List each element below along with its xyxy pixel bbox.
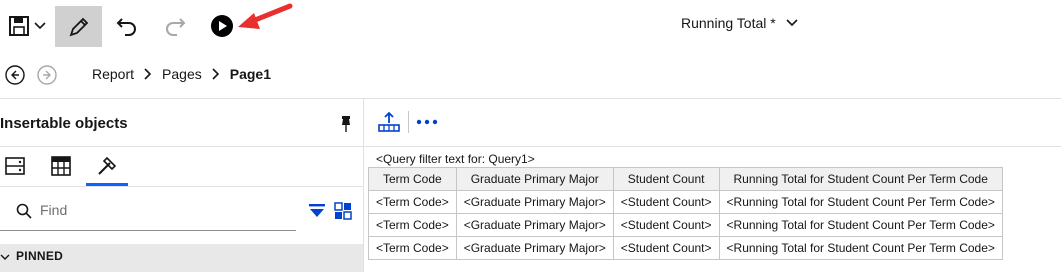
chevron-right-icon (144, 68, 152, 80)
table-cell[interactable]: <Term Code> (368, 213, 457, 237)
more-button[interactable] (414, 112, 440, 132)
divider (0, 186, 363, 187)
pinned-section-header[interactable]: PINNED (0, 244, 363, 272)
edit-mode-button[interactable] (55, 6, 102, 47)
report-list[interactable]: Term Code Graduate Primary Major Student… (368, 167, 1003, 260)
table-cell[interactable]: <Graduate Primary Major> (455, 236, 614, 260)
table-cell[interactable]: <Running Total for Student Count Per Ter… (718, 213, 1003, 237)
upload-icon (378, 111, 400, 132)
breadcrumb-page1: Page1 (229, 66, 271, 82)
hammer-icon (98, 156, 117, 175)
chevron-down-icon (786, 19, 798, 27)
chevron-down-icon (34, 22, 46, 30)
forward-button[interactable] (36, 64, 58, 86)
table-cell[interactable]: <Term Code> (368, 236, 457, 260)
chevron-right-icon (212, 68, 220, 80)
redo-button[interactable] (160, 12, 190, 40)
column-header[interactable]: Running Total for Student Count Per Term… (718, 167, 1003, 191)
table-cell[interactable]: <Running Total for Student Count Per Ter… (718, 236, 1003, 260)
tab-data-source[interactable] (0, 148, 30, 184)
arrow-left-circle-icon (5, 65, 25, 85)
save-icon (9, 16, 29, 36)
toolbox-icon (51, 156, 71, 176)
divider (364, 146, 1061, 147)
pin-button[interactable] (336, 114, 356, 134)
table-cell[interactable]: <Student Count> (612, 236, 720, 260)
breadcrumb: Report Pages Page1 (92, 66, 271, 82)
query-filter-text[interactable]: <Query filter text for: Query1> (376, 152, 535, 166)
undo-button[interactable] (112, 12, 142, 40)
grid-view-icon (334, 202, 352, 220)
undo-icon (116, 18, 136, 36)
column-header[interactable]: Student Count (612, 167, 720, 191)
save-menu-button[interactable] (33, 16, 47, 36)
view-toggle-button[interactable] (332, 200, 354, 222)
table-row: <Term Code> <Graduate Primary Major> <St… (368, 213, 1003, 237)
table-cell[interactable]: <Running Total for Student Count Per Ter… (718, 190, 1003, 214)
table-cell[interactable]: <Graduate Primary Major> (455, 213, 614, 237)
more-icon (416, 119, 438, 125)
table-cell[interactable]: <Graduate Primary Major> (455, 190, 614, 214)
tab-toolbox[interactable] (46, 148, 76, 184)
panel-title: Insertable objects (0, 115, 128, 132)
column-header[interactable]: Graduate Primary Major (455, 167, 614, 191)
table-cell[interactable]: <Student Count> (612, 190, 720, 214)
filter-button[interactable] (306, 200, 328, 222)
panel-divider (363, 98, 364, 272)
chevron-down-icon (0, 254, 10, 260)
play-icon (211, 15, 233, 37)
pinned-label: PINNED (16, 249, 64, 263)
column-header[interactable]: Term Code (368, 167, 457, 191)
save-button[interactable] (4, 12, 34, 40)
data-source-icon (5, 157, 25, 175)
filter-icon (309, 204, 325, 217)
tab-tools[interactable] (86, 148, 128, 184)
document-title[interactable]: Running Total * (681, 15, 798, 31)
redo-icon (166, 18, 186, 36)
search-placeholder: Find (40, 202, 68, 218)
arrow-right-circle-icon (37, 65, 57, 85)
table-row: <Term Code> <Graduate Primary Major> <St… (368, 236, 1003, 260)
divider (0, 146, 363, 147)
pin-icon (342, 116, 350, 132)
divider (0, 98, 1061, 99)
toolbar-separator (408, 111, 409, 133)
table-row: <Term Code> <Graduate Primary Major> <St… (368, 190, 1003, 214)
breadcrumb-pages[interactable]: Pages (162, 66, 202, 82)
upload-button[interactable] (376, 109, 402, 135)
search-icon (16, 203, 32, 219)
red-arrow-icon (238, 3, 293, 29)
table-header-row: Term Code Graduate Primary Major Student… (368, 167, 1003, 191)
pencil-icon (69, 17, 88, 36)
document-title-text: Running Total * (681, 15, 776, 31)
breadcrumb-report[interactable]: Report (92, 66, 134, 82)
back-button[interactable] (4, 64, 26, 86)
table-cell[interactable]: <Student Count> (612, 213, 720, 237)
table-cell[interactable]: <Term Code> (368, 190, 457, 214)
